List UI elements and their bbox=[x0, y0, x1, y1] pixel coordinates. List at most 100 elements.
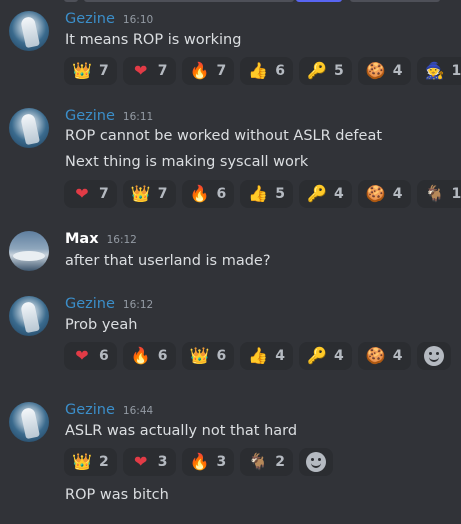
avatar[interactable] bbox=[9, 296, 49, 336]
heart-icon: ❤ bbox=[75, 184, 89, 203]
key-icon: 🔑 bbox=[307, 184, 327, 203]
key-icon: 🔑 bbox=[307, 61, 327, 80]
reaction-thumbs-up[interactable]: 👍 5 bbox=[240, 180, 293, 208]
reaction-count: 6 bbox=[216, 186, 227, 202]
reaction-count: 4 bbox=[275, 348, 285, 364]
heart-icon: ❤ bbox=[134, 61, 148, 80]
goat-icon: 🐐 bbox=[248, 452, 269, 471]
reaction-thumbs-up[interactable]: 👍 6 bbox=[240, 57, 293, 85]
reaction-thumbs-up[interactable]: 👍 4 bbox=[240, 342, 293, 370]
message-text: ASLR was actually not that hard bbox=[65, 423, 298, 439]
reaction-count: 2 bbox=[275, 454, 285, 470]
reaction-count: 5 bbox=[275, 186, 285, 202]
crown-icon: 👑 bbox=[72, 61, 92, 80]
reaction-count: 6 bbox=[275, 63, 285, 79]
add-reaction-button[interactable] bbox=[416, 342, 451, 370]
reaction-count: 4 bbox=[392, 186, 403, 202]
crown-icon: 👑 bbox=[189, 346, 210, 365]
avatar[interactable] bbox=[9, 11, 49, 51]
author-name[interactable]: Max bbox=[65, 231, 99, 247]
reaction-count: 4 bbox=[334, 186, 344, 202]
cookie-icon: 🍪 bbox=[365, 61, 386, 80]
reaction-goat[interactable]: 🐐 2 bbox=[240, 448, 293, 476]
fire-icon: 🔥 bbox=[189, 452, 210, 471]
cookie-icon: 🍪 bbox=[365, 346, 386, 365]
reaction-bar: 👑 7 ❤ 7 🔥 7 👍 6 🔑 5 🍪 4 🧙 1 bbox=[64, 57, 461, 85]
reaction-heart[interactable]: ❤ 7 bbox=[122, 57, 176, 85]
reaction-count: 5 bbox=[334, 63, 344, 79]
add-reaction-icon bbox=[306, 452, 326, 472]
reaction-count: 7 bbox=[157, 186, 168, 202]
reaction-crown[interactable]: 👑 2 bbox=[64, 448, 117, 476]
timestamp: 16:44 bbox=[122, 405, 154, 417]
crown-icon: 👑 bbox=[130, 184, 151, 203]
message-text: Next thing is making syscall work bbox=[65, 154, 309, 170]
reaction-fire[interactable]: 🔥 3 bbox=[181, 448, 235, 476]
fire-icon: 🔥 bbox=[130, 346, 151, 365]
timestamp: 16:12 bbox=[106, 234, 137, 246]
reaction-count: 4 bbox=[392, 63, 403, 79]
chat-log: Gezine 16:10 It means ROP is working 👑 7 … bbox=[0, 0, 461, 524]
author-name[interactable]: Gezine bbox=[65, 108, 115, 124]
reaction-key[interactable]: 🔑 5 bbox=[299, 57, 352, 85]
reaction-cookie[interactable]: 🍪 4 bbox=[357, 342, 411, 370]
reaction-fire[interactable]: 🔥 6 bbox=[122, 342, 176, 370]
reaction-bar: ❤ 7 👑 7 🔥 6 👍 5 🔑 4 🍪 4 🐐 1 bbox=[64, 180, 461, 208]
reaction-fire[interactable]: 🔥 7 bbox=[181, 57, 235, 85]
reaction-bar: ❤ 6 🔥 6 👑 6 👍 4 🔑 4 🍪 4 bbox=[64, 342, 451, 370]
author-name[interactable]: Gezine bbox=[65, 296, 115, 312]
message-text: Prob yeah bbox=[65, 317, 138, 333]
author-name[interactable]: Gezine bbox=[65, 402, 115, 418]
message-text: It means ROP is working bbox=[65, 32, 242, 48]
reaction-count: 4 bbox=[392, 348, 403, 364]
reaction-cookie[interactable]: 🍪 4 bbox=[357, 57, 411, 85]
heart-icon: ❤ bbox=[134, 452, 148, 471]
reaction-count: 7 bbox=[99, 186, 109, 202]
reaction-count: 4 bbox=[334, 348, 344, 364]
reaction-cookie[interactable]: 🍪 4 bbox=[357, 180, 411, 208]
previous-message-clipped bbox=[64, 0, 461, 4]
reaction-count: 7 bbox=[157, 63, 168, 79]
reaction-count: 6 bbox=[99, 348, 109, 364]
thumbs-up-icon: 👍 bbox=[248, 184, 269, 203]
reaction-heart[interactable]: ❤ 3 bbox=[122, 448, 176, 476]
reaction-count: 7 bbox=[216, 63, 227, 79]
timestamp: 16:12 bbox=[122, 299, 154, 311]
reaction-crown[interactable]: 👑 7 bbox=[64, 57, 117, 85]
add-reaction-button[interactable] bbox=[299, 448, 333, 476]
message-text: ROP was bitch bbox=[65, 487, 169, 503]
timestamp: 16:10 bbox=[122, 14, 154, 26]
fire-icon: 🔥 bbox=[189, 184, 210, 203]
add-reaction-icon bbox=[423, 346, 444, 366]
reaction-bar: 👑 2 ❤ 3 🔥 3 🐐 2 bbox=[64, 448, 333, 476]
reaction-count: 3 bbox=[216, 454, 227, 470]
reaction-crown[interactable]: 👑 6 bbox=[181, 342, 235, 370]
reaction-count: 6 bbox=[216, 348, 227, 364]
crown-icon: 👑 bbox=[72, 452, 92, 471]
message-text: ROP cannot be worked without ASLR defeat bbox=[65, 128, 383, 144]
key-icon: 🔑 bbox=[307, 346, 327, 365]
wizard-icon: 🧙 bbox=[424, 61, 445, 80]
reaction-count: 1 bbox=[451, 63, 461, 79]
avatar[interactable] bbox=[9, 108, 49, 148]
reaction-count: 2 bbox=[99, 454, 109, 470]
reaction-wizard[interactable]: 🧙 1 bbox=[416, 57, 461, 85]
author-name[interactable]: Gezine bbox=[65, 11, 115, 27]
reaction-count: 7 bbox=[99, 63, 109, 79]
timestamp: 16:11 bbox=[122, 111, 154, 123]
message-text: after that userland is made? bbox=[65, 253, 271, 269]
reaction-key[interactable]: 🔑 4 bbox=[299, 342, 352, 370]
thumbs-up-icon: 👍 bbox=[248, 346, 269, 365]
reaction-count: 6 bbox=[157, 348, 168, 364]
reaction-heart[interactable]: ❤ 6 bbox=[64, 342, 117, 370]
reaction-heart[interactable]: ❤ 7 bbox=[64, 180, 117, 208]
avatar[interactable] bbox=[9, 231, 49, 271]
heart-icon: ❤ bbox=[75, 346, 89, 365]
avatar[interactable] bbox=[9, 402, 49, 442]
reaction-crown[interactable]: 👑 7 bbox=[122, 180, 176, 208]
cookie-icon: 🍪 bbox=[365, 184, 386, 203]
reaction-fire[interactable]: 🔥 6 bbox=[181, 180, 235, 208]
reaction-goat[interactable]: 🐐 1 bbox=[416, 180, 461, 208]
fire-icon: 🔥 bbox=[189, 61, 210, 80]
reaction-key[interactable]: 🔑 4 bbox=[299, 180, 352, 208]
